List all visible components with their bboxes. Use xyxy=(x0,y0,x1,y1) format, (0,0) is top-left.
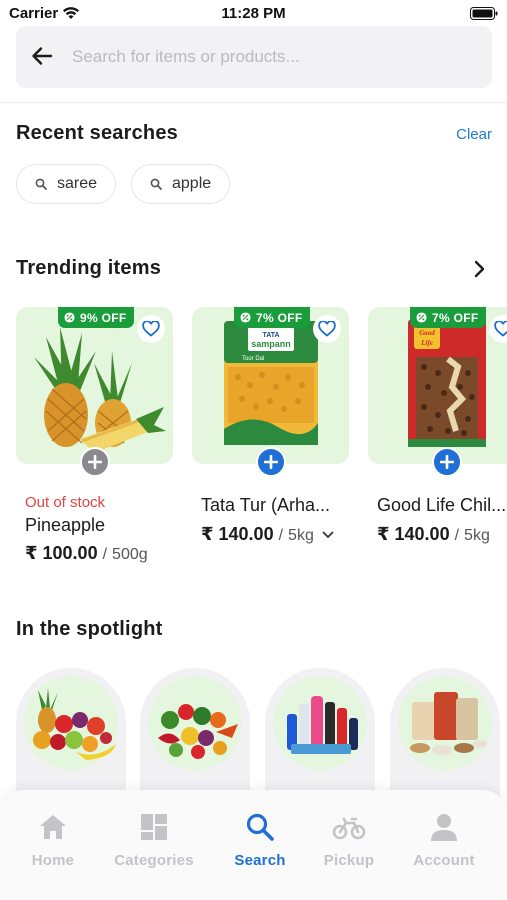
discount-badge: 7% OFF xyxy=(234,307,311,328)
bottom-nav: Home Categories Search Pickup Account xyxy=(0,790,507,900)
nav-label: Categories xyxy=(114,852,194,869)
chip-label: saree xyxy=(57,175,98,192)
recent-searches-title: Recent searches xyxy=(16,122,178,144)
staples-image xyxy=(410,692,487,755)
nav-label: Pickup xyxy=(323,852,375,869)
discount-icon xyxy=(416,312,427,323)
tata-brand-text: TATA xyxy=(262,332,279,339)
categories-icon xyxy=(141,814,167,840)
account-icon xyxy=(431,814,457,841)
nav-label: Account xyxy=(413,852,475,869)
product-card-good-life-chilli[interactable]: Good Life 7% OFF Good Life Chil... ₹ 140… xyxy=(368,307,507,567)
recent-chip-saree[interactable]: saree xyxy=(16,164,117,204)
plus-icon xyxy=(88,455,102,469)
product-name: Good Life Chil... xyxy=(377,495,507,515)
discount-icon xyxy=(240,312,251,323)
plus-icon xyxy=(440,455,454,469)
trending-items-title: Trending items xyxy=(16,257,162,279)
qty-separator: / xyxy=(278,527,284,544)
battery-icon xyxy=(470,7,498,20)
product-quantity: 5kg xyxy=(464,527,490,544)
price-row: ₹ 100.00 / 500g xyxy=(25,543,148,564)
qty-separator: / xyxy=(102,546,108,563)
scooter-icon xyxy=(332,817,366,840)
add-to-cart-button[interactable] xyxy=(256,447,286,477)
nav-pickup[interactable]: Pickup xyxy=(299,812,399,869)
discount-label: 7% OFF xyxy=(432,310,479,325)
plus-icon xyxy=(264,455,278,469)
fruits-image xyxy=(33,688,116,760)
good-life-brand-text: Good xyxy=(419,329,435,337)
product-image: 9% OFF xyxy=(16,307,173,464)
product-price: ₹ 100.00 xyxy=(25,543,98,563)
discount-icon xyxy=(64,312,75,323)
header-divider xyxy=(0,102,507,103)
heart-outline-icon xyxy=(494,321,507,337)
product-quantity: 500g xyxy=(112,546,148,563)
product-name: Tata Tur (Arha... xyxy=(201,495,331,515)
price-row: ₹ 140.00 / 5kg xyxy=(377,524,490,545)
search-icon xyxy=(35,178,47,190)
personal-care-image xyxy=(287,696,358,754)
discount-label: 9% OFF xyxy=(80,310,127,325)
good-life-brand-text-2: Life xyxy=(420,339,433,347)
product-card-tata-tur[interactable]: TATA sampann Toor Dal 7% OFF Tata Tur (A… xyxy=(192,307,349,567)
product-price: ₹ 140.00 xyxy=(201,524,274,544)
search-icon xyxy=(246,813,274,841)
nav-label: Home xyxy=(31,852,75,869)
home-icon xyxy=(40,815,66,839)
nav-search[interactable]: Search xyxy=(210,812,310,869)
product-price: ₹ 140.00 xyxy=(377,524,450,544)
search-input[interactable] xyxy=(72,40,472,74)
price-row[interactable]: ₹ 140.00 / 5kg xyxy=(201,524,334,545)
nav-label: Search xyxy=(234,852,286,869)
heart-outline-icon xyxy=(142,321,160,337)
status-bar: Carrier 11:28 PM xyxy=(0,0,507,28)
product-image: TATA sampann Toor Dal 7% OFF xyxy=(192,307,349,464)
clear-recent-button[interactable]: Clear xyxy=(456,126,492,143)
nav-account[interactable]: Account xyxy=(394,812,494,869)
chip-label: apple xyxy=(172,175,212,192)
tur-dal-pack-label: Toor Dal xyxy=(242,356,264,362)
nav-home[interactable]: Home xyxy=(3,812,103,869)
discount-label: 7% OFF xyxy=(256,310,303,325)
add-to-cart-button[interactable] xyxy=(432,447,462,477)
product-card-pineapple[interactable]: 9% OFF Out of stock Pineapple ₹ 100.00 /… xyxy=(16,307,173,577)
wishlist-button[interactable] xyxy=(313,315,341,343)
search-icon xyxy=(150,178,162,190)
product-quantity: 5kg xyxy=(288,527,314,544)
chevron-right-icon[interactable] xyxy=(472,259,486,279)
back-arrow-icon[interactable] xyxy=(30,44,54,68)
wishlist-button[interactable] xyxy=(137,315,165,343)
spotlight-title: In the spotlight xyxy=(16,618,163,640)
status-time: 11:28 PM xyxy=(221,5,286,22)
product-name: Pineapple xyxy=(25,515,106,535)
vegetables-image xyxy=(158,704,238,759)
product-image: Good Life 7% OFF xyxy=(368,307,507,464)
discount-badge: 7% OFF xyxy=(410,307,487,328)
nav-categories[interactable]: Categories xyxy=(104,812,204,869)
out-of-stock-label: Out of stock xyxy=(25,494,106,511)
chevron-down-icon[interactable] xyxy=(322,531,334,539)
search-bar xyxy=(16,26,492,88)
add-to-cart-button-disabled[interactable] xyxy=(80,447,110,477)
good-life-pack-image: Good Life xyxy=(408,319,486,447)
sampann-brand-text: sampann xyxy=(251,339,291,349)
qty-separator: / xyxy=(454,527,460,544)
recent-chip-apple[interactable]: apple xyxy=(131,164,231,204)
discount-badge: 9% OFF xyxy=(58,307,135,328)
heart-outline-icon xyxy=(318,321,336,337)
